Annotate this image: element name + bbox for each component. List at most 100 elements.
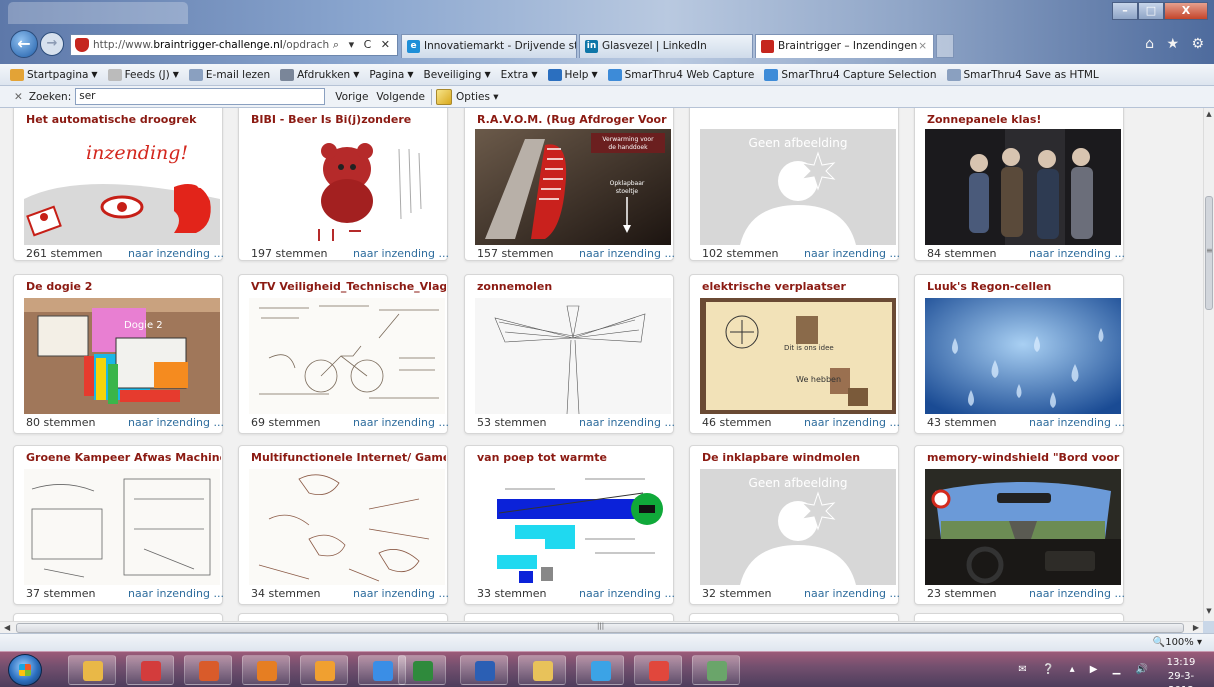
view-entry-link[interactable]: naar inzending ...	[128, 416, 224, 429]
entry-card[interactable]: memory-windshield "Bord voor 23 stemmen n…	[914, 445, 1125, 605]
view-entry-link[interactable]: naar inzending ...	[353, 587, 449, 600]
taskbar-firefox-button[interactable]	[242, 655, 290, 685]
taskbar-explorer-button[interactable]	[68, 655, 116, 685]
entry-title[interactable]: De dogie 2	[26, 280, 221, 293]
entry-title[interactable]: BIBI - Beer Is Bi(j)zondere	[251, 113, 446, 126]
view-entry-link[interactable]: naar inzending ...	[1029, 247, 1125, 260]
cmd-smarthru4-capture-selection[interactable]: SmarThru4 Capture Selection	[764, 68, 937, 81]
tab-innovatiemarkt[interactable]: e Innovatiemarkt - Drijvende sta...	[401, 34, 577, 58]
clock[interactable]: 13:19 29-3-2013	[1156, 656, 1206, 687]
entry-card-partial[interactable]	[13, 613, 223, 621]
entry-card-partial[interactable]	[238, 613, 448, 621]
entry-card[interactable]: zonnemolen 53 stemmen naar inzending ...	[464, 274, 675, 434]
taskbar-office-button[interactable]	[184, 655, 232, 685]
view-entry-link[interactable]: naar inzending ...	[353, 416, 449, 429]
entry-thumbnail[interactable]: Verwarming voor de handdoek Opklapbaar s…	[475, 129, 671, 245]
view-entry-link[interactable]: naar inzending ...	[128, 247, 224, 260]
view-entry-link[interactable]: naar inzending ...	[804, 587, 900, 600]
taskbar-snipping-tool-button[interactable]	[126, 655, 174, 685]
entry-thumbnail[interactable]: inzending!	[24, 129, 220, 245]
entry-thumbnail[interactable]	[24, 469, 220, 585]
find-next-button[interactable]: Volgende	[376, 91, 425, 103]
highlight-icon[interactable]	[436, 88, 453, 105]
close-find-icon[interactable]: ✕	[14, 91, 23, 103]
entry-card-partial[interactable]	[689, 613, 899, 621]
view-entry-link[interactable]: naar inzending ...	[1029, 416, 1125, 429]
address-bar[interactable]: http://www.braintrigger-challenge.nl/opd…	[70, 34, 398, 56]
taskbar-excel-button[interactable]	[398, 655, 446, 685]
horizontal-scrollbar[interactable]: ◀ ||| ▶	[0, 621, 1203, 633]
start-button[interactable]	[8, 654, 42, 686]
address-url[interactable]: http://www.braintrigger-challenge.nl/opd…	[93, 39, 329, 51]
entry-card-partial[interactable]	[464, 613, 674, 621]
view-entry-link[interactable]: naar inzending ...	[579, 416, 675, 429]
minimize-button[interactable]: –	[1112, 2, 1138, 20]
new-tab-button[interactable]	[936, 34, 954, 58]
scroll-right-icon[interactable]: ▶	[1193, 623, 1199, 632]
entry-title[interactable]: memory-windshield "Bord voor	[927, 451, 1122, 464]
entry-thumbnail[interactable]	[249, 298, 445, 414]
entry-card[interactable]: elektrische verplaatser Dit is ons idee …	[689, 274, 900, 434]
entry-title[interactable]: R.A.V.O.M. (Rug Afdroger Voor	[477, 113, 672, 126]
entry-card[interactable]: VTV Veiligheid_Technische_Vlag 69 stemme…	[238, 274, 449, 434]
entry-card[interactable]: Multifunctionele Internet/ Game 34 stemm…	[238, 445, 449, 605]
entry-thumbnail[interactable]: Dogie 2	[24, 298, 220, 414]
find-previous-button[interactable]: Vorige	[335, 91, 368, 103]
tab-braintrigger[interactable]: Braintrigger – Inzendingen ×	[755, 34, 934, 58]
entry-card[interactable]: De inklapbare windmolen Geen afbeelding …	[689, 445, 900, 605]
entry-title[interactable]: Multifunctionele Internet/ Game	[251, 451, 446, 464]
entry-title[interactable]: VTV Veiligheid_Technische_Vlag	[251, 280, 446, 293]
cmd-afdrukken[interactable]: Afdrukken ▼	[280, 68, 359, 81]
taskbar-word-button[interactable]	[460, 655, 508, 685]
view-entry-link[interactable]: naar inzending ...	[804, 416, 900, 429]
entry-title[interactable]: van poep tot warmte	[477, 451, 672, 464]
entry-title[interactable]: Het automatische droogrek	[26, 113, 221, 126]
taskbar-chrome-button[interactable]	[634, 655, 682, 685]
entry-card[interactable]: De dogie 2 Dogie 2 80 stemmen naar inzend…	[13, 274, 224, 434]
entry-thumbnail[interactable]	[925, 469, 1121, 585]
forward-button[interactable]: →	[40, 32, 64, 56]
maximize-button[interactable]: □	[1138, 2, 1164, 20]
entry-card[interactable]: BIBI - Beer Is Bi(j)zondere 197 stemmen n…	[238, 108, 449, 261]
cmd-e-mail-lezen[interactable]: E-mail lezen	[188, 68, 270, 81]
entry-title[interactable]: zonnemolen	[477, 280, 672, 293]
entry-thumbnail[interactable]	[249, 129, 445, 245]
system-tray[interactable]: ✉ ❔ ▴ ▶ ▁ 🔊	[1018, 664, 1154, 675]
entry-title[interactable]: Zonnepanele klas!	[927, 113, 1122, 126]
view-entry-link[interactable]: naar inzending ...	[353, 247, 449, 260]
tab-linkedin[interactable]: in Glasvezel | LinkedIn	[579, 34, 753, 58]
home-favorites-tools-icons[interactable]: ⌂ ★ ⚙	[1145, 36, 1208, 52]
entry-card[interactable]: R.A.V.O.M. (Rug Afdroger Voor Verwarming…	[464, 108, 675, 261]
taskbar-folder-button[interactable]	[518, 655, 566, 685]
cmd-pagina[interactable]: Pagina ▼	[369, 69, 413, 81]
cmd-feeds-j[interactable]: Feeds (J) ▼	[107, 68, 179, 81]
view-entry-link[interactable]: naar inzending ...	[579, 247, 675, 260]
close-tab-icon[interactable]: ×	[918, 35, 927, 57]
view-entry-link[interactable]: naar inzending ...	[1029, 587, 1125, 600]
entry-title[interactable]: De inklapbare windmolen	[702, 451, 897, 464]
no-image-placeholder[interactable]: Geen afbeelding	[700, 469, 896, 585]
entry-card[interactable]: Luuk's Regon-cellen 43 stemmen naar inzen…	[914, 274, 1125, 434]
find-input[interactable]: ser	[75, 88, 326, 105]
cmd-smarthru4-save-as-html[interactable]: SmarThru4 Save as HTML	[946, 68, 1099, 81]
close-window-button[interactable]: X	[1164, 2, 1208, 20]
entry-title[interactable]: Luuk's Regon-cellen	[927, 280, 1122, 293]
entry-card[interactable]: Geen afbeelding 102 stemmen naar inzendin…	[689, 108, 900, 261]
taskbar-app-button[interactable]	[692, 655, 740, 685]
entry-card[interactable]: Zonnepanele klas! 84 stemmen naar inzendi…	[914, 108, 1125, 261]
find-options-button[interactable]: Opties ▾	[456, 91, 499, 103]
view-entry-link[interactable]: naar inzending ...	[804, 247, 900, 260]
cmd-beveiliging[interactable]: Beveiliging ▼	[423, 69, 490, 81]
scroll-up-icon[interactable]: ▲	[1204, 110, 1214, 122]
entry-title[interactable]: Groene Kampeer Afwas Machine	[26, 451, 221, 464]
entry-thumbnail[interactable]	[249, 469, 445, 585]
entry-card[interactable]: Het automatische droogrek inzending! 261…	[13, 108, 224, 261]
view-entry-link[interactable]: naar inzending ...	[128, 587, 224, 600]
back-button[interactable]: ←	[10, 30, 38, 58]
entry-thumbnail[interactable]	[475, 469, 671, 585]
vertical-scrollbar[interactable]: ▲ ≡ ▼	[1203, 108, 1214, 621]
no-image-placeholder[interactable]: Geen afbeelding	[700, 129, 896, 245]
entry-card[interactable]: Groene Kampeer Afwas Machine 37 stemmen n…	[13, 445, 224, 605]
cmd-startpagina[interactable]: Startpagina ▼	[10, 68, 98, 81]
scroll-left-icon[interactable]: ◀	[4, 623, 10, 632]
